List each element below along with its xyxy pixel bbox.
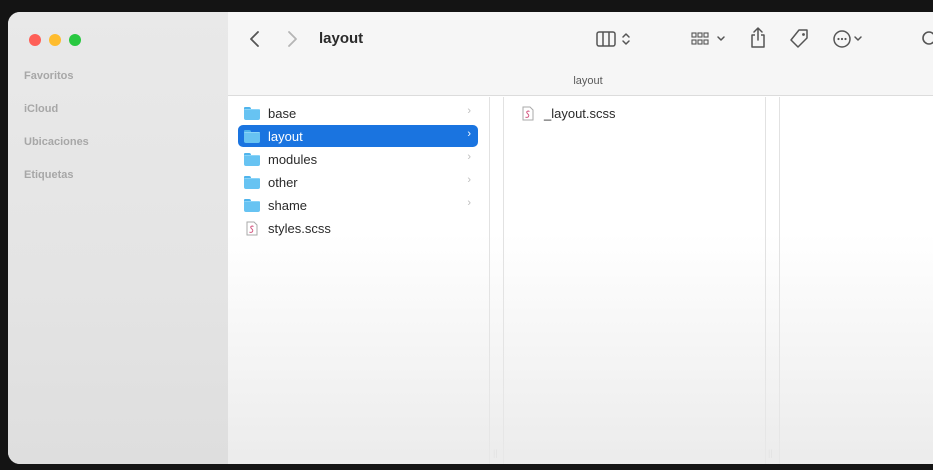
column-divider bbox=[489, 97, 490, 464]
grid-group-icon[interactable] bbox=[691, 29, 733, 49]
list-item-modules[interactable]: modules › bbox=[238, 148, 478, 170]
chevron-right-icon[interactable] bbox=[285, 29, 299, 49]
list-item-layout-scss[interactable]: _layout.scss bbox=[514, 102, 754, 124]
chevron-left-icon[interactable] bbox=[248, 29, 262, 49]
window-title: layout bbox=[319, 30, 364, 47]
item-label: _layout.scss bbox=[544, 105, 616, 121]
folder-icon bbox=[244, 198, 260, 212]
column-1: base › layout › modules › other › shame … bbox=[228, 97, 498, 464]
folder-icon bbox=[244, 106, 260, 120]
chevron-right-icon: › bbox=[467, 174, 471, 186]
sidebar: Favoritos iCloud Ubicaciones Etiquetas bbox=[8, 12, 228, 464]
item-label: shame bbox=[268, 197, 308, 213]
sidebar-section-icloud[interactable]: iCloud bbox=[24, 103, 58, 115]
scss-file-icon bbox=[246, 221, 258, 236]
list-item-styles-scss[interactable]: styles.scss bbox=[238, 217, 478, 239]
list-item-base[interactable]: base › bbox=[238, 102, 478, 124]
column-browser: base › layout › modules › other › shame … bbox=[228, 97, 933, 464]
sidebar-section-ubicaciones[interactable]: Ubicaciones bbox=[24, 136, 89, 148]
share-icon[interactable] bbox=[749, 26, 767, 50]
search-icon[interactable] bbox=[920, 29, 933, 49]
sidebar-section-etiquetas[interactable]: Etiquetas bbox=[24, 169, 74, 181]
item-label: other bbox=[268, 174, 298, 190]
tag-icon[interactable] bbox=[788, 28, 810, 50]
folder-icon bbox=[244, 152, 260, 166]
item-label: modules bbox=[268, 151, 318, 167]
column-resize-handle[interactable]: || bbox=[768, 448, 773, 458]
column-divider bbox=[765, 97, 766, 464]
chevron-right-icon: › bbox=[467, 105, 471, 117]
path-bar: layout bbox=[228, 66, 933, 96]
chevron-right-icon: › bbox=[467, 128, 471, 140]
item-label: layout bbox=[268, 128, 303, 144]
toolbar: layout bbox=[228, 12, 933, 66]
column-3 bbox=[780, 97, 933, 464]
folder-icon bbox=[244, 129, 260, 143]
sidebar-section-favoritos[interactable]: Favoritos bbox=[24, 70, 74, 82]
main-area: layout layout base › layout › modules › … bbox=[228, 12, 933, 464]
list-item-other[interactable]: other › bbox=[238, 171, 478, 193]
scss-file-icon bbox=[522, 106, 534, 121]
window-controls bbox=[29, 34, 81, 46]
item-label: base bbox=[268, 105, 297, 121]
column-resize-handle[interactable]: || bbox=[493, 448, 498, 458]
list-item-shame[interactable]: shame › bbox=[238, 194, 478, 216]
folder-icon bbox=[244, 175, 260, 189]
chevron-right-icon: › bbox=[467, 197, 471, 209]
zoom-window-button[interactable] bbox=[69, 34, 81, 46]
columns-view-icon[interactable] bbox=[596, 29, 638, 49]
column-2: _layout.scss || bbox=[504, 97, 773, 464]
ellipsis-circle-icon[interactable] bbox=[832, 29, 868, 49]
list-item-layout[interactable]: layout › bbox=[238, 125, 478, 147]
finder-window: Favoritos iCloud Ubicaciones Etiquetas l… bbox=[8, 12, 933, 464]
item-label: styles.scss bbox=[268, 220, 331, 236]
minimize-window-button[interactable] bbox=[49, 34, 61, 46]
close-window-button[interactable] bbox=[29, 34, 41, 46]
chevron-right-icon: › bbox=[467, 151, 471, 163]
